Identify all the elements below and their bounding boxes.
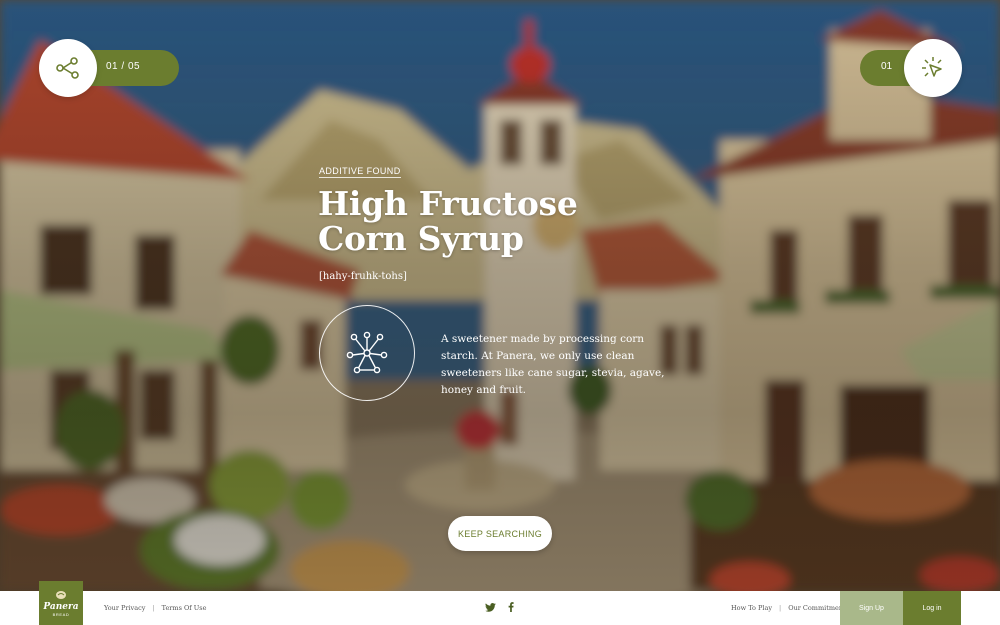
footer-separator: | — [152, 604, 155, 612]
found-counter: 01 — [881, 61, 893, 72]
share-button[interactable] — [39, 39, 97, 97]
twitter-icon[interactable] — [485, 602, 496, 612]
title-line-2: Corn Syrup — [318, 219, 524, 258]
facebook-icon[interactable] — [508, 602, 514, 612]
log-in-button[interactable]: Log in — [903, 591, 961, 625]
additive-title: High Fructose Corn Syrup — [318, 186, 618, 256]
molecule-icon — [346, 331, 388, 374]
additive-eyebrow: Additive Found — [319, 166, 401, 178]
pronunciation: [hahy-fruhk-tohs] — [319, 271, 407, 282]
discover-control: 01 — [859, 39, 962, 97]
share-icon — [56, 57, 79, 79]
privacy-link[interactable]: Your Privacy — [104, 604, 145, 612]
cursor-button[interactable] — [904, 39, 962, 97]
bread-icon — [56, 590, 66, 599]
footer-legal-links: Your Privacy | Terms Of Use — [104, 604, 206, 612]
additive-description: A sweetener made by processing corn star… — [441, 333, 665, 396]
logo-wordmark: Panera — [43, 601, 79, 612]
footer-info-links: How To Play | Our Commitment — [731, 604, 846, 612]
logo-subtext: BREAD — [52, 611, 70, 617]
sign-up-button[interactable]: Sign Up — [840, 591, 903, 625]
progress-label: 01 / 05 — [106, 61, 141, 72]
how-to-play-link[interactable]: How To Play — [731, 604, 772, 612]
panera-logo[interactable]: Panera BREAD — [39, 581, 83, 625]
footer: Panera BREAD Your Privacy | Terms Of Use… — [0, 581, 1000, 625]
background-scene — [0, 0, 1000, 591]
our-commitment-link[interactable]: Our Commitment — [788, 604, 845, 612]
molecule-badge — [319, 305, 415, 401]
footer-separator-2: | — [779, 604, 782, 612]
terms-link[interactable]: Terms Of Use — [162, 604, 207, 612]
social-links — [485, 602, 514, 612]
title-line-1: High Fructose — [318, 184, 578, 223]
cursor-sparkle-icon — [922, 57, 942, 77]
keep-searching-button[interactable]: Keep Searching — [448, 516, 552, 551]
scene-dim-overlay — [0, 0, 1000, 591]
